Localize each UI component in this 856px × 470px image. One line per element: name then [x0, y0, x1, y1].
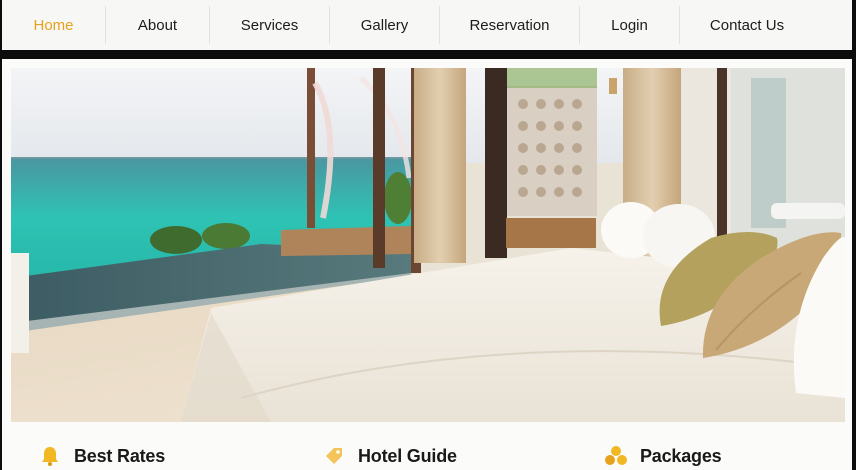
- nav-reservation[interactable]: Reservation: [440, 6, 580, 44]
- content-panel: Best Rates Hotel Guide Packages: [2, 59, 852, 470]
- feature-title: Best Rates: [74, 445, 166, 466]
- nav-about[interactable]: About: [106, 6, 210, 44]
- nav-gallery[interactable]: Gallery: [330, 6, 440, 44]
- hotel-bedroom-illustration: [11, 68, 845, 422]
- main-navigation: Home About Services Gallery Reservation …: [2, 0, 852, 50]
- feature-title: Packages: [640, 445, 722, 466]
- bell-icon: [38, 444, 62, 468]
- features-row: Best Rates Hotel Guide Packages: [2, 442, 852, 470]
- feature-title: Hotel Guide: [358, 445, 457, 466]
- coins-icon: [604, 444, 628, 468]
- nav-home[interactable]: Home: [2, 6, 106, 44]
- page: Home About Services Gallery Reservation …: [0, 0, 856, 470]
- nav-contact-us[interactable]: Contact Us: [680, 6, 814, 44]
- feature-hotel-guide[interactable]: Hotel Guide: [322, 442, 457, 470]
- nav-login[interactable]: Login: [580, 6, 680, 44]
- nav-services[interactable]: Services: [210, 6, 330, 44]
- tag-icon: [322, 444, 346, 468]
- feature-best-rates[interactable]: Best Rates: [38, 442, 165, 470]
- hero-image: [11, 68, 845, 422]
- feature-packages[interactable]: Packages: [604, 442, 722, 470]
